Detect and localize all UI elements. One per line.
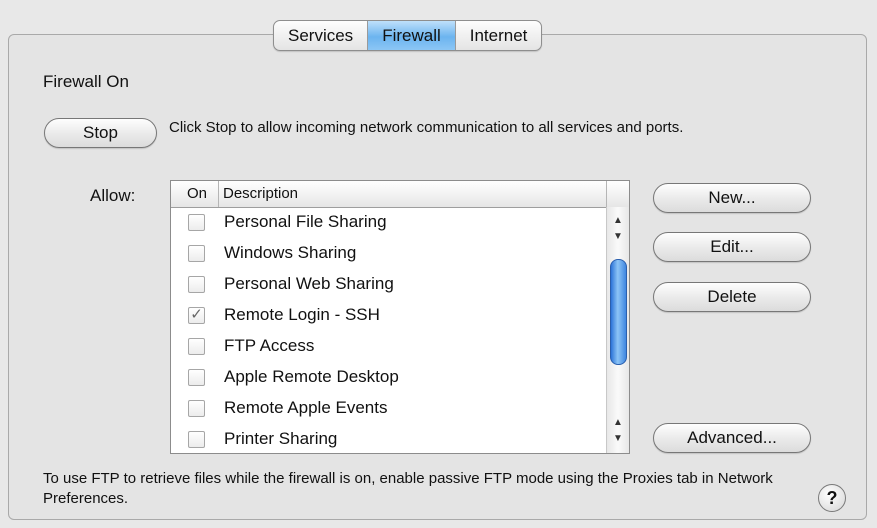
ftp-help-text: To use FTP to retrieve files while the f… (43, 470, 773, 507)
tab-internet[interactable]: Internet (456, 21, 542, 50)
column-header-on[interactable]: On (171, 181, 219, 207)
tab-bar: Services Firewall Internet (273, 20, 543, 51)
new-button[interactable]: New... (653, 183, 811, 213)
checkbox[interactable]: ✓ (188, 307, 205, 324)
table-row[interactable]: ✓ Remote Login - SSH (171, 301, 607, 332)
row-label: Personal File Sharing (224, 212, 387, 231)
delete-button[interactable]: Delete (653, 282, 811, 312)
scroll-up-icon[interactable]: ▲ (607, 213, 629, 228)
checkbox[interactable] (188, 214, 205, 231)
help-icon: ? (826, 488, 838, 508)
table-row[interactable]: Remote Apple Events (171, 394, 607, 425)
firewall-status-title: Firewall On (43, 72, 129, 91)
services-table: On Description Personal File Sharing Win… (170, 180, 630, 454)
checkbox[interactable] (188, 338, 205, 355)
vertical-scrollbar[interactable]: ▲ ▼ ▲ ▼ (606, 207, 629, 453)
column-header-description[interactable]: Description (219, 181, 629, 207)
row-label: Remote Apple Events (224, 398, 388, 417)
table-row[interactable]: Windows Sharing (171, 239, 607, 270)
table-header: On Description (171, 181, 629, 208)
checkbox[interactable] (188, 431, 205, 448)
tab-services[interactable]: Services (274, 21, 369, 50)
row-label: Remote Login - SSH (224, 305, 380, 324)
stop-button[interactable]: Stop (44, 118, 157, 148)
table-row[interactable]: Personal Web Sharing (171, 270, 607, 301)
edit-button[interactable]: Edit... (653, 232, 811, 262)
checkbox[interactable] (188, 400, 205, 417)
table-row[interactable]: Printer Sharing (171, 425, 607, 453)
tab-firewall[interactable]: Firewall (368, 21, 456, 50)
row-label: Printer Sharing (224, 429, 338, 448)
checkbox[interactable] (188, 369, 205, 386)
row-label: Windows Sharing (224, 243, 357, 262)
scroll-up-icon[interactable]: ▲ (607, 415, 629, 430)
row-label: Apple Remote Desktop (224, 367, 399, 386)
row-label: FTP Access (224, 336, 315, 355)
table-row[interactable]: Personal File Sharing (171, 208, 607, 239)
scroll-down-icon[interactable]: ▼ (607, 229, 629, 244)
stop-description: Click Stop to allow incoming network com… (169, 119, 684, 136)
table-row[interactable]: Apple Remote Desktop (171, 363, 607, 394)
row-label: Personal Web Sharing (224, 274, 394, 293)
checkbox[interactable] (188, 276, 205, 293)
help-button[interactable]: ? (818, 484, 846, 512)
scroll-thumb[interactable] (610, 259, 627, 365)
check-icon: ✓ (190, 306, 203, 323)
advanced-button[interactable]: Advanced... (653, 423, 811, 453)
scroll-down-icon[interactable]: ▼ (607, 431, 629, 446)
checkbox[interactable] (188, 245, 205, 262)
table-row[interactable]: FTP Access (171, 332, 607, 363)
allow-label: Allow: (90, 186, 136, 205)
